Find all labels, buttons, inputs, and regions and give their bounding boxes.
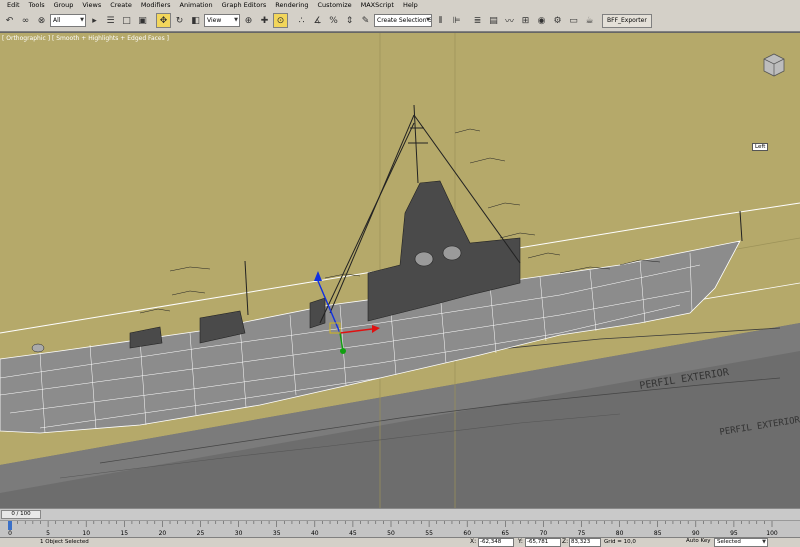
menu-group[interactable]: Group — [51, 0, 80, 10]
material-editor-icon[interactable]: ◉ — [534, 13, 549, 28]
track-tick-label: 45 — [349, 530, 357, 537]
curve-editor-icon[interactable]: 〰 — [502, 13, 517, 28]
menu-customize[interactable]: Customize — [314, 0, 357, 10]
track-bar[interactable]: 0 5 10 15 20 25 30 35 40 45 50 55 60 65 70 75 80 85 90 95 10… — [0, 520, 800, 537]
percent-snap-icon[interactable]: % — [326, 13, 341, 28]
menu-help[interactable]: Help — [400, 0, 424, 10]
render-setup-icon[interactable]: ⚙ — [550, 13, 565, 28]
track-tick-label: 70 — [540, 530, 548, 537]
track-tick-label: 35 — [273, 530, 281, 537]
time-slider[interactable]: 0 / 100 — [0, 508, 800, 520]
track-tick-label: 85 — [654, 530, 662, 537]
track-tick-label: 40 — [311, 530, 319, 537]
track-tick-label: 10 — [82, 530, 90, 537]
z-coordinate-field[interactable]: 83,323 — [569, 538, 601, 547]
viewport-label[interactable]: [ Orthographic ] [ Smooth + Highlights +… — [2, 35, 169, 42]
auto-key-button[interactable]: Auto Key — [686, 538, 711, 544]
render-production-icon[interactable]: ☕ — [582, 13, 597, 28]
rect-selection-icon[interactable]: □ — [119, 13, 134, 28]
track-tick-label: 25 — [197, 530, 205, 537]
viewport-canvas: PERFIL EXTERIOR PERFIL EXTERIOR — [0, 33, 800, 508]
menu-graph-editors[interactable]: Graph Editors — [219, 0, 273, 10]
track-tick-label: 95 — [730, 530, 738, 537]
menu-views[interactable]: Views — [79, 0, 107, 10]
track-tick-group: 0 5 10 15 20 25 30 35 40 45 50 55 60 65 70 75 80 85 90 95 10… — [8, 521, 778, 537]
selection-filter-dropdown[interactable]: All — [50, 14, 86, 27]
menu-tools[interactable]: Tools — [26, 0, 51, 10]
graphite-tools-icon[interactable]: ▤ — [486, 13, 501, 28]
mirror-icon[interactable]: ⫴ — [433, 13, 448, 28]
menu-bar: Edit Tools Group Views Create Modifiers … — [0, 0, 800, 10]
align-icon[interactable]: ⊫ — [449, 13, 464, 28]
bff-exporter-button[interactable]: BFF_Exporter — [602, 13, 652, 28]
link-icon[interactable]: ∞ — [18, 13, 33, 28]
time-marker[interactable] — [8, 521, 12, 530]
selection-status: 1 Object Selected — [40, 539, 89, 545]
menu-modifiers[interactable]: Modifiers — [138, 0, 177, 10]
unlink-icon[interactable]: ⊗ — [34, 13, 49, 28]
track-tick-label: 5 — [46, 530, 50, 537]
spinner-snap-icon[interactable]: ⇕ — [342, 13, 357, 28]
z-label: Z: — [562, 538, 569, 545]
viewcube-icon[interactable] — [760, 51, 788, 77]
track-tick-label: 65 — [501, 530, 509, 537]
track-tick-label: 20 — [159, 530, 167, 537]
menu-edit[interactable]: Edit — [4, 0, 26, 10]
x-label: X: — [470, 538, 477, 545]
track-tick-label: 60 — [463, 530, 471, 537]
layer-manager-icon[interactable]: ≣ — [470, 13, 485, 28]
stern-dome — [31, 343, 45, 353]
select-object-icon[interactable]: ▸ — [87, 13, 102, 28]
menu-rendering[interactable]: Rendering — [272, 0, 314, 10]
track-tick-label: 90 — [692, 530, 700, 537]
menu-create[interactable]: Create — [107, 0, 138, 10]
ref-coord-dropdown[interactable]: View — [204, 14, 240, 27]
track-tick-label: 0 — [8, 530, 12, 537]
select-move-icon[interactable]: ✥ — [156, 13, 171, 28]
select-scale-icon[interactable]: ◧ — [188, 13, 203, 28]
track-tick-label: 15 — [120, 530, 128, 537]
viewport-left[interactable]: PERFIL EXTERIOR PERFIL EXTERIOR [ Orthog… — [0, 32, 800, 508]
track-bar-ruler: 0 5 10 15 20 25 30 35 40 45 50 55 60 65 70 75 80 85 90 95 10… — [8, 521, 778, 537]
track-tick-label: 100 — [766, 530, 778, 537]
status-bar: 1 Object Selected X: -62,348 Y: -65,781 … — [0, 537, 800, 547]
pivot-center-icon[interactable]: ⊕ — [241, 13, 256, 28]
menu-maxscript[interactable]: MAXScript — [358, 0, 400, 10]
track-tick-label: 75 — [578, 530, 586, 537]
undo-icon[interactable]: ↶ — [2, 13, 17, 28]
schematic-view-icon[interactable]: ⊞ — [518, 13, 533, 28]
track-tick-label: 80 — [616, 530, 624, 537]
grid-size-readout: Grid = 10,0 — [604, 539, 636, 545]
y-coordinate-field[interactable]: -65,781 — [525, 538, 561, 547]
select-rotate-icon[interactable]: ↻ — [172, 13, 187, 28]
window-crossing-icon[interactable]: ▣ — [135, 13, 150, 28]
select-manipulate-icon[interactable]: ✚ — [257, 13, 272, 28]
named-selection-set-field[interactable]: Create Selection Se — [374, 14, 432, 27]
bow-jackstaff — [739, 210, 743, 242]
menu-animation[interactable]: Animation — [177, 0, 219, 10]
time-slider-thumb[interactable]: 0 / 100 — [1, 510, 41, 519]
radar-face-left — [414, 251, 434, 267]
track-tick-label: 30 — [235, 530, 243, 537]
radar-face-right — [442, 245, 462, 261]
rendered-frame-window-icon[interactable]: ▭ — [566, 13, 581, 28]
snap-3d-icon[interactable]: ∴ — [294, 13, 309, 28]
track-tick-label: 55 — [425, 530, 433, 537]
main-toolbar: ↶ ∞ ⊗ All ▸ ☰ □ ▣ ✥ ↻ ◧ View ⊕ ✚ ⊙ ∴ ∡ %… — [0, 10, 800, 32]
y-label: Y: — [518, 538, 523, 545]
angle-snap-icon[interactable]: ∡ — [310, 13, 325, 28]
keyboard-shortcut-icon[interactable]: ⊙ — [273, 13, 288, 28]
view-left-label[interactable]: Left — [752, 143, 769, 151]
select-by-name-icon[interactable]: ☰ — [103, 13, 118, 28]
x-coordinate-field[interactable]: -62,348 — [478, 538, 514, 547]
edit-named-selections-icon[interactable]: ✎ — [358, 13, 373, 28]
track-tick-label: 50 — [387, 530, 395, 537]
key-filter-dropdown[interactable]: Selected — [714, 538, 768, 547]
